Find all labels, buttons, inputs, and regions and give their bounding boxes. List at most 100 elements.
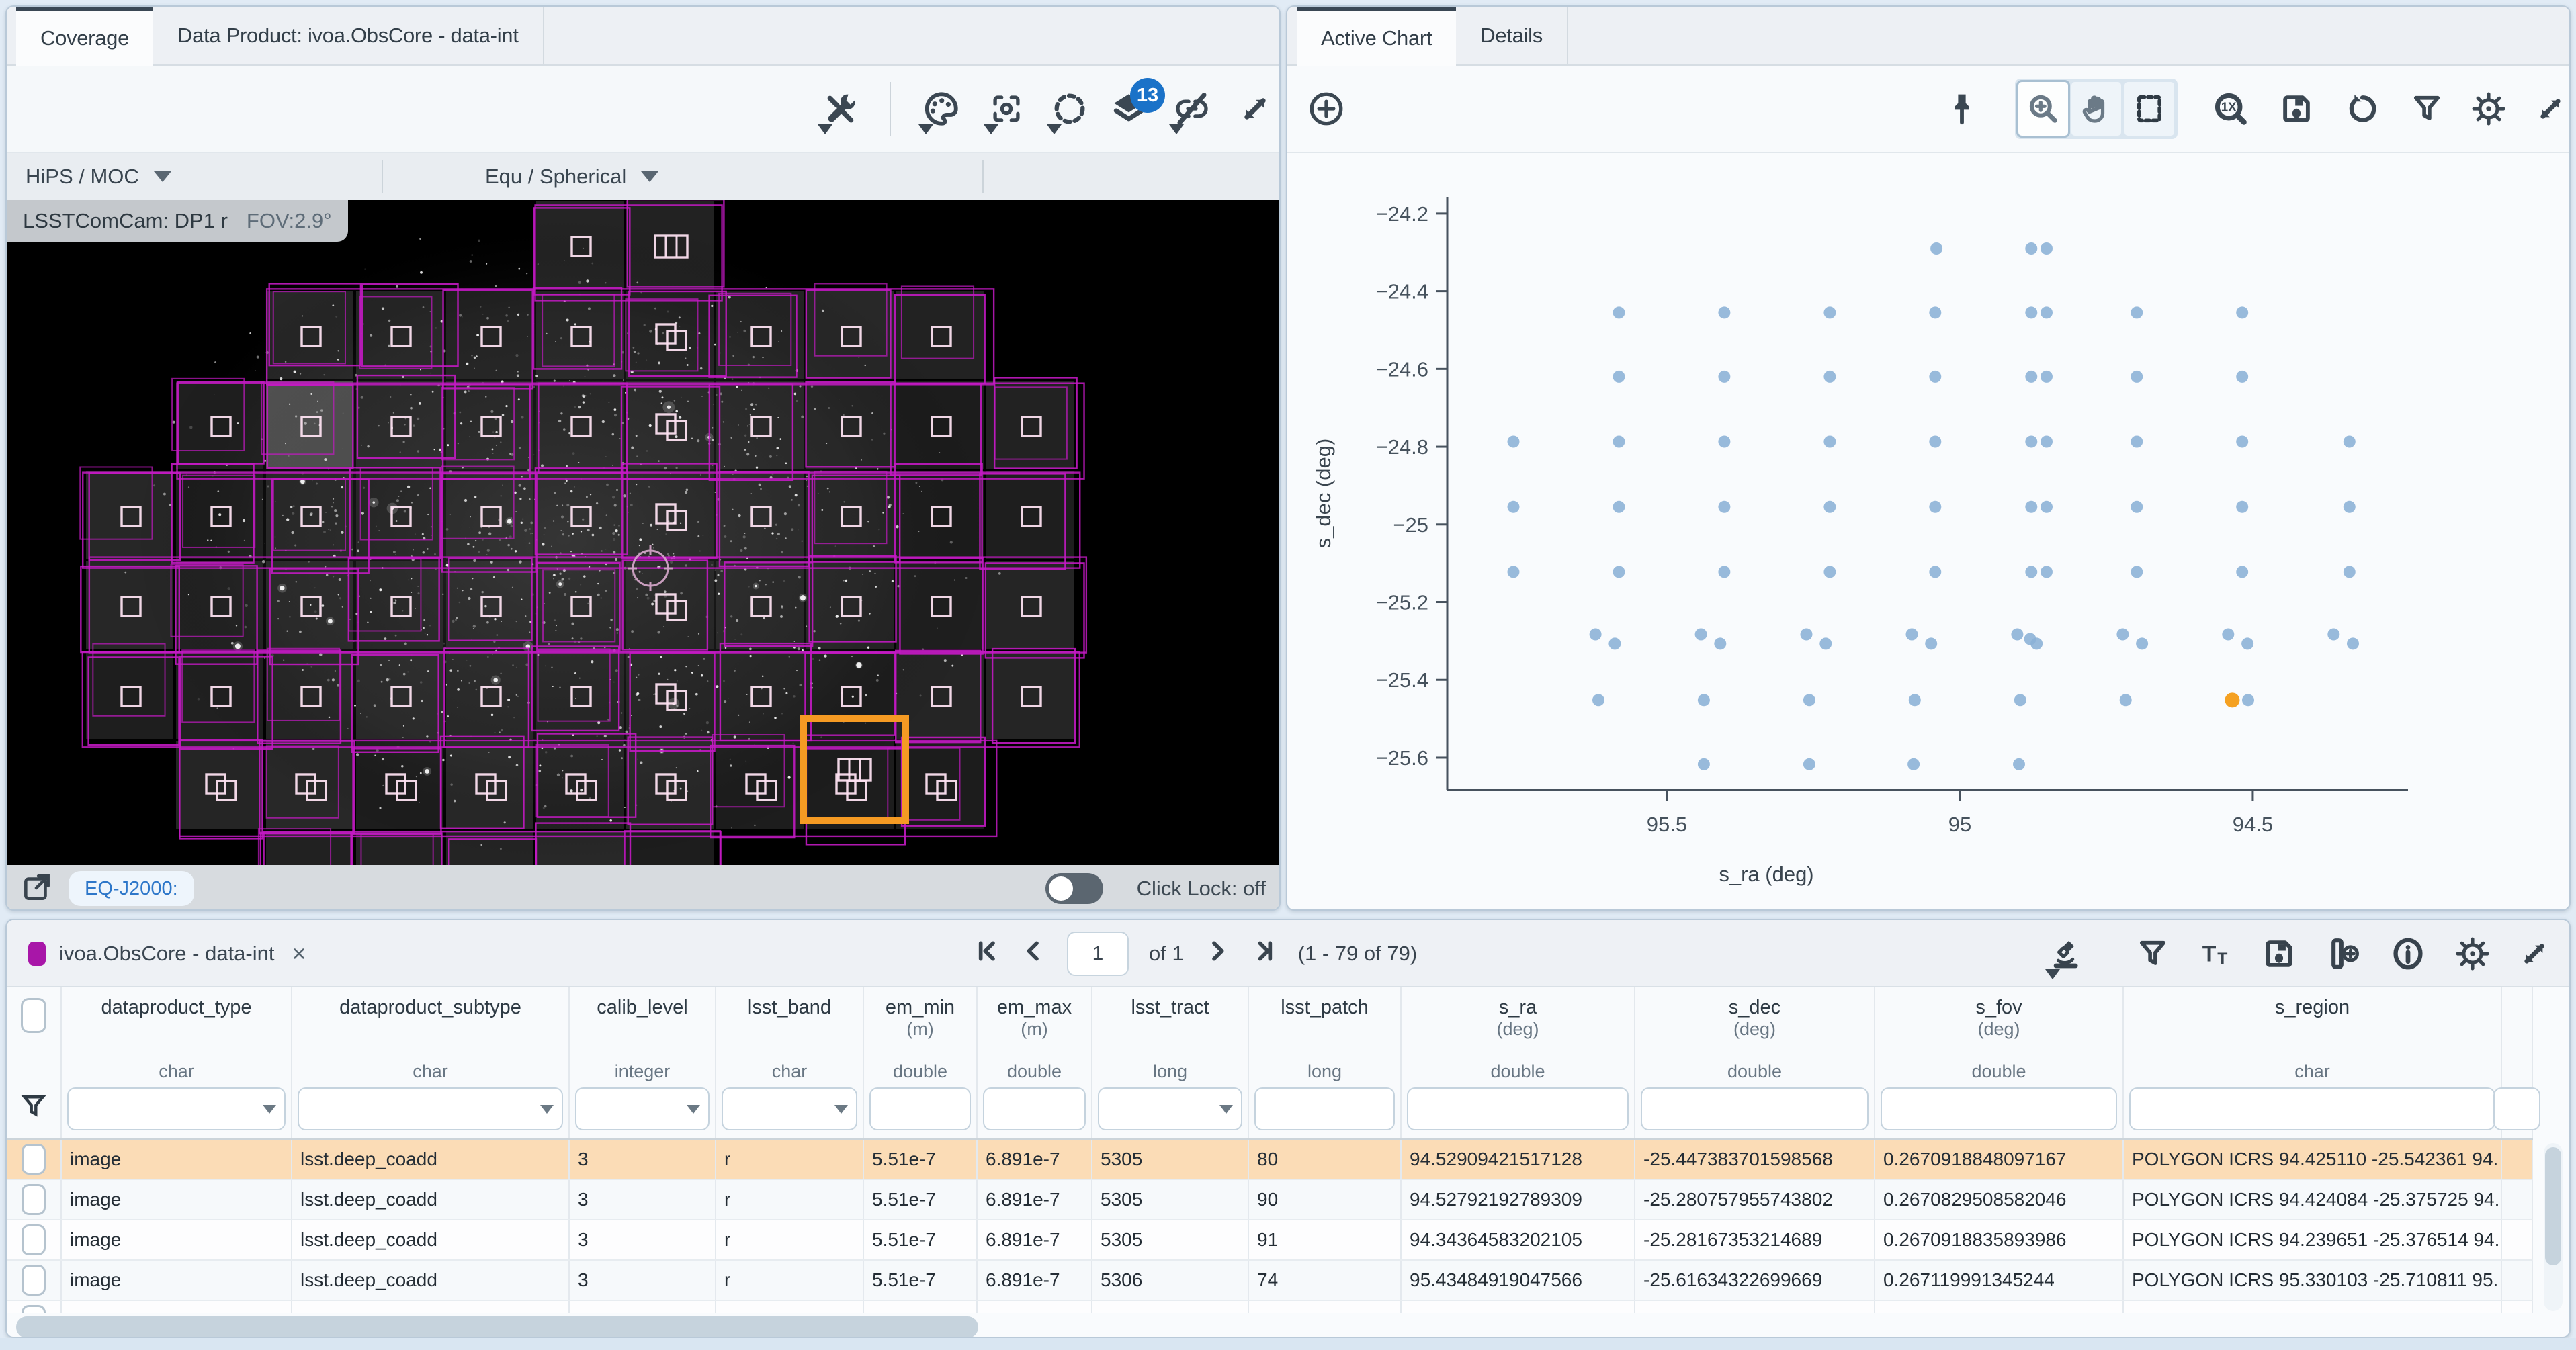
add-column-icon[interactable] [2318,926,2366,982]
chart-plot-area[interactable] [1508,242,2360,770]
filter-chart-icon[interactable] [2403,81,2451,137]
column-filter-input[interactable] [1641,1087,1869,1130]
cell-s_region: POLYGON ICRS 94.239651 -25.376514 94. [2124,1220,2502,1259]
popout-icon[interactable] [20,870,54,907]
coordinate-readout: EQ-J2000: [69,871,194,906]
select-all-checkbox[interactable] [21,998,46,1033]
table-column-headers: dataproduct_typechardataproduct_subtypec… [7,987,2533,1140]
column-unit: (deg) [1977,1019,2020,1043]
row-checkbox[interactable] [22,1224,46,1255]
column-header-s_ra[interactable]: s_ra(deg)double [1402,987,1635,1138]
column-header-s_fov[interactable]: s_fov(deg)double [1875,987,2124,1138]
add-chart-icon[interactable] [1302,81,1350,137]
expand-chart-icon[interactable] [2526,81,2571,137]
first-page-icon[interactable] [973,938,1000,970]
next-page-icon[interactable] [1204,938,1231,970]
table-row[interactable]: imagelsst.deep_coadd3r5.51e-76.891e-7530… [7,1261,2533,1301]
tab-details[interactable]: Details [1456,7,1568,64]
column-header-calib_level[interactable]: calib_levelinteger [570,987,716,1138]
text-view-icon[interactable]: TT [2192,926,2240,982]
column-filter-input[interactable] [722,1087,857,1130]
chevron-down-icon [984,124,998,134]
expand-table-icon[interactable] [2510,926,2559,982]
controls-divider [382,160,383,193]
tab-data-product[interactable]: Data Product: ivoa.ObsCore - data-int [153,7,544,64]
filter-table-icon[interactable] [2129,926,2177,982]
vertical-scrollbar[interactable] [2544,1143,2563,1311]
column-filter-input[interactable] [298,1087,563,1130]
zoom-original-icon[interactable]: 1X [2206,81,2255,137]
column-filter-input[interactable] [1881,1087,2117,1130]
save-chart-icon[interactable] [2272,81,2321,137]
restore-chart-icon[interactable] [2338,81,2387,137]
column-filter-input[interactable] [575,1087,710,1130]
column-header-lsst_band[interactable]: lsst_bandchar [716,987,864,1138]
column-header-em_min[interactable]: em_min(m)double [864,987,978,1138]
column-filter-input[interactable] [2129,1087,2495,1130]
column-header-lsst_tract[interactable]: lsst_tractlong [1092,987,1249,1138]
layers-icon[interactable]: 13 [1105,81,1153,137]
tab-active-chart[interactable]: Active Chart [1297,7,1456,66]
analyze-icon[interactable] [2044,926,2092,982]
column-filter-input[interactable] [869,1087,971,1130]
page-number-input[interactable] [1067,932,1129,976]
tools-icon[interactable] [816,81,865,137]
hips-moc-dropdown[interactable]: HiPS / MOC [26,153,171,200]
table-row[interactable]: imagelsst.deep_coadd3r5.51e-76.891e-7530… [7,1220,2533,1261]
filter-row-icon[interactable] [19,1091,48,1121]
expand-icon[interactable] [1231,81,1279,137]
pin-icon[interactable] [1938,81,1986,137]
svg-text:−24.4: −24.4 [1376,280,1428,304]
prev-page-icon[interactable] [1020,938,1047,970]
save-table-icon[interactable] [2255,926,2303,982]
column-header-s_region[interactable]: s_regionchar [2124,987,2502,1138]
row-checkbox[interactable] [22,1144,46,1175]
coverage-sky-map[interactable]: LSSTComCam: DP1 r FOV:2.9° [7,200,1279,865]
column-type: long [1153,1061,1187,1082]
column-filter-input[interactable] [1407,1087,1629,1130]
column-header-dataproduct_type[interactable]: dataproduct_typechar [62,987,292,1138]
cell-lsst_patch: 75 [1249,1301,1402,1313]
cell-lsst_patch: 91 [1249,1220,1402,1259]
horizontal-scrollbar[interactable] [11,1316,2497,1338]
column-filter-input[interactable] [1254,1087,1395,1130]
column-header-s_dec[interactable]: s_dec(deg)double [1635,987,1875,1138]
cell-dataproduct_subtype: lsst.deep_coadd [292,1261,570,1300]
table-settings-icon[interactable] [2448,926,2497,982]
horizontal-scrollbar-thumb[interactable] [16,1316,978,1338]
last-page-icon[interactable] [1251,938,1278,970]
column-filter-input[interactable] [1098,1087,1242,1130]
cell-s_ra: 95.43484919047566 [1402,1261,1635,1300]
sky-map-canvas[interactable] [7,200,1281,865]
color-settings-icon[interactable] [917,81,965,137]
column-filter-input[interactable] [67,1087,286,1130]
column-header-em_max[interactable]: em_max(m)double [978,987,1092,1138]
info-icon[interactable] [2384,926,2432,982]
click-lock-toggle[interactable] [1045,873,1103,904]
close-table-icon[interactable]: × [292,940,306,968]
vertical-scrollbar-thumb[interactable] [2545,1147,2561,1265]
cell-lsst_patch: 74 [1249,1261,1402,1300]
recenter-icon[interactable] [982,81,1031,137]
selected-point[interactable] [2225,692,2239,707]
chart-settings-icon[interactable] [2464,81,2513,137]
table-row[interactable]: imagelsst.deep_coadd3r5.51e-76.891e-7530… [7,1180,2533,1220]
tab-coverage[interactable]: Coverage [16,7,153,66]
row-checkbox[interactable] [22,1305,46,1313]
zoom-mode-button[interactable] [2018,82,2068,136]
pan-mode-button[interactable] [2071,82,2121,136]
row-checkbox[interactable] [22,1184,46,1215]
table-row[interactable]: imagelsst.deep_coadd3r5.51e-76.891e-7530… [7,1140,2533,1180]
cell-em_max: 6.891e-7 [978,1261,1092,1300]
column-header-dataproduct_subtype[interactable]: dataproduct_subtypechar [292,987,570,1138]
scatter-chart[interactable]: −24.2−24.4−24.6−24.8−25−25.2−25.4−25.695… [1287,154,2571,911]
select-region-icon[interactable] [1045,81,1094,137]
column-filter-input[interactable] [983,1087,1086,1130]
column-header-lsst_patch[interactable]: lsst_patchlong [1249,987,1402,1138]
table-tab[interactable]: ivoa.ObsCore - data-int × [16,931,318,977]
unlink-icon[interactable] [1168,81,1216,137]
projection-dropdown[interactable]: Equ / Spherical [485,153,658,200]
row-checkbox[interactable] [22,1265,46,1296]
select-mode-button[interactable] [2124,82,2174,136]
table-row[interactable]: imagelsst.deep_coadd3r5.51e-76.891e-7530… [7,1301,2533,1313]
